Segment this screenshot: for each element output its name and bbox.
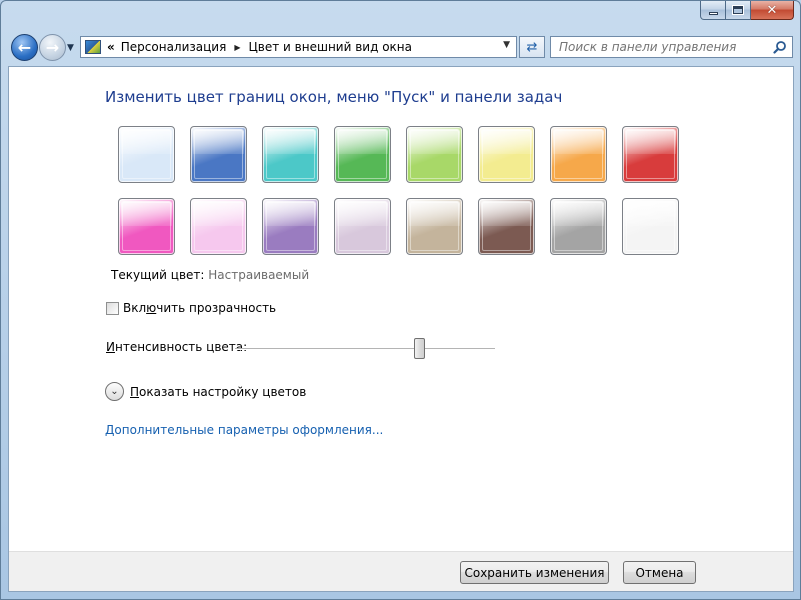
swatch-highlight (122, 202, 171, 251)
color-swatch-chocolate[interactable] (478, 198, 535, 255)
swatch-highlight (554, 130, 603, 179)
forward-arrow-icon: → (45, 38, 60, 57)
refresh-icon: ⇄ (526, 39, 538, 55)
caption-buttons: ✕ (700, 1, 794, 21)
transparency-checkbox[interactable] (106, 301, 119, 315)
color-swatch-fuchsia[interactable] (118, 198, 175, 255)
back-arrow-icon: ← (17, 38, 32, 57)
swatch-highlight (482, 202, 531, 251)
color-swatch-taupe[interactable] (406, 198, 463, 255)
color-swatch-slate[interactable] (550, 198, 607, 255)
maximize-button[interactable] (726, 1, 751, 20)
refresh-button[interactable]: ⇄ (519, 36, 545, 58)
history-dropdown-icon[interactable]: ▼ (67, 43, 74, 53)
color-swatch-frost[interactable] (622, 198, 679, 255)
minimize-button[interactable] (700, 1, 726, 20)
color-swatch-pumpkin[interactable] (550, 126, 607, 183)
intensity-slider-track[interactable] (235, 348, 495, 350)
swatch-highlight (482, 130, 531, 179)
transparency-option[interactable]: Включить прозрачность (106, 301, 276, 315)
swatch-highlight (338, 130, 387, 179)
content-pane: Изменить цвет границ окон, меню "Пуск" и… (8, 66, 794, 592)
footer-bar: Сохранить изменения Отмена (9, 551, 793, 591)
breadcrumb-chevron-icon[interactable]: ▶ (234, 43, 240, 52)
close-button[interactable]: ✕ (751, 1, 794, 20)
color-swatch-violet[interactable] (262, 198, 319, 255)
chevron-down-icon[interactable]: ⌄ (105, 382, 124, 401)
intensity-label: Интенсивность цвета: (106, 340, 247, 354)
control-panel-icon (85, 40, 101, 54)
minimize-icon (708, 11, 718, 15)
breadcrumb-overflow[interactable]: « (107, 40, 115, 54)
color-swatch-lime[interactable] (406, 126, 463, 183)
color-swatch-leaf[interactable] (334, 126, 391, 183)
color-swatch-lemon[interactable] (478, 126, 535, 183)
show-color-mixer[interactable]: ⌄ Показать настройку цветов (105, 382, 306, 401)
page-title: Изменить цвет границ окон, меню "Пуск" и… (105, 88, 563, 106)
cancel-button[interactable]: Отмена (623, 561, 696, 584)
search-icon[interactable] (773, 40, 787, 54)
search-input[interactable] (559, 40, 759, 54)
swatch-highlight (626, 130, 675, 179)
current-color-label: Текущий цвет: (111, 268, 205, 282)
transparency-label-accel: ю (146, 301, 157, 315)
current-color: Текущий цвет: Настраиваемый (111, 268, 309, 282)
swatch-highlight (266, 130, 315, 179)
swatch-highlight (554, 202, 603, 251)
transparency-label[interactable]: Включить прозрачность (123, 301, 276, 315)
color-swatch-sky[interactable] (118, 126, 175, 183)
back-button[interactable]: ← (11, 34, 38, 61)
color-swatch-lavender[interactable] (334, 198, 391, 255)
color-swatch-ruby[interactable] (622, 126, 679, 183)
save-changes-button[interactable]: Сохранить изменения (460, 561, 609, 584)
maximize-icon (732, 5, 744, 15)
swatch-highlight (410, 202, 459, 251)
breadcrumb-personalization[interactable]: Персонализация (121, 40, 227, 54)
close-icon: ✕ (766, 2, 778, 18)
current-color-value: Настраиваемый (208, 268, 310, 282)
swatch-highlight (194, 202, 243, 251)
advanced-appearance-link[interactable]: Дополнительные параметры оформления... (105, 423, 383, 437)
transparency-label-part: Вкл (123, 301, 147, 315)
search-box (550, 36, 793, 58)
swatch-highlight (626, 202, 675, 251)
show-color-mixer-text: оказать настройку цветов (139, 384, 307, 399)
window: ✕ ← → ▼ « Персонализация ▶ Цвет и внешни… (0, 0, 801, 600)
color-swatch-twilight[interactable] (190, 126, 247, 183)
address-dropdown-icon[interactable]: ▼ (503, 40, 510, 50)
swatch-highlight (410, 130, 459, 179)
swatch-highlight (194, 130, 243, 179)
swatch-highlight (266, 202, 315, 251)
color-swatch-blush[interactable] (190, 198, 247, 255)
intensity-label-accel: И (106, 340, 115, 354)
swatch-highlight (338, 202, 387, 251)
navigation-bar: ← → ▼ « Персонализация ▶ Цвет и внешний … (1, 31, 801, 65)
color-swatch-sea[interactable] (262, 126, 319, 183)
forward-button[interactable]: → (39, 34, 66, 61)
show-color-mixer-label[interactable]: Показать настройку цветов (130, 385, 306, 399)
intensity-slider-thumb[interactable] (414, 338, 425, 359)
show-color-mixer-accel: П (130, 384, 140, 399)
transparency-label-part: чить прозрачность (156, 301, 277, 315)
address-bar[interactable]: « Персонализация ▶ Цвет и внешний вид ок… (80, 36, 517, 58)
swatch-highlight (122, 130, 171, 179)
breadcrumb-window-color[interactable]: Цвет и внешний вид окна (248, 40, 412, 54)
intensity-label-text: нтенсивность цвета: (114, 340, 248, 354)
